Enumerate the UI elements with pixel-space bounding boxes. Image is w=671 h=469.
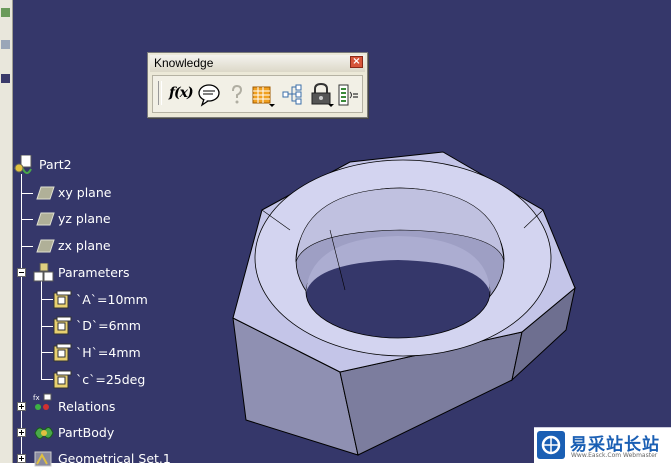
check-button[interactable] [227, 82, 251, 108]
toolbar-grip[interactable] [158, 81, 162, 105]
plane-icon [36, 186, 55, 200]
tree-node-label: `H`=4mm [76, 345, 141, 360]
tree-node-label: Geometrical Set.1 [58, 451, 171, 466]
tree-connector [21, 193, 33, 194]
tree-node-parameter[interactable]: `D`=6mm [52, 316, 172, 336]
expand-partbody-toggle[interactable] [17, 428, 26, 437]
toolbar-title[interactable]: Knowledge [150, 55, 365, 72]
tree-connector [21, 219, 33, 220]
close-icon[interactable]: × [350, 56, 363, 68]
help-icon [232, 84, 243, 104]
tree-node-label: PartBody [58, 425, 115, 440]
watermark-logo: 易采站长站 Www.Easck.Com Webmaster [534, 427, 671, 463]
equivalent-dimensions-button[interactable] [337, 82, 361, 108]
comment-button[interactable] [197, 82, 221, 108]
tree-node-label: zx plane [58, 238, 111, 253]
part-icon [14, 155, 32, 174]
comment-icon [198, 84, 220, 107]
tree-node-xy-plane[interactable]: xy plane [33, 183, 143, 203]
tree-node-parameters[interactable]: Parameters [32, 263, 152, 283]
expand-relations-toggle[interactable] [17, 402, 26, 411]
formula-button[interactable]: f(x) [169, 82, 194, 108]
tree-node-geometrical-set[interactable]: Geometrical Set.1 [32, 449, 172, 469]
relations-icon: fx [33, 393, 52, 410]
tree-node-label: Part2 [39, 157, 72, 172]
tree-node-label: yz plane [58, 211, 111, 226]
tree-node-yz-plane[interactable]: yz plane [33, 209, 143, 229]
toolbar-buttons: f(x) [152, 75, 363, 113]
knowledge-toolbar[interactable]: Knowledge × f(x) [147, 52, 368, 118]
svg-text:fx: fx [33, 394, 40, 402]
tree-connector [21, 246, 33, 247]
tree-connector [21, 174, 22, 463]
plane-icon [36, 212, 55, 226]
parameter-value-icon [53, 370, 72, 389]
tree-node-zx-plane[interactable]: zx plane [33, 236, 143, 256]
expand-geoset-toggle[interactable] [17, 454, 26, 463]
watermark-logo-icon [537, 431, 565, 459]
equivalent-dimensions-icon [338, 84, 358, 106]
partbody-icon [34, 427, 54, 439]
tree-node-relations[interactable]: fx Relations [32, 393, 152, 417]
geometrical-set-icon [34, 451, 52, 467]
tree-node-label: Parameters [58, 265, 130, 280]
lock-button[interactable] [309, 82, 334, 108]
watermark-subtitle: Www.Easck.Com Webmaster [571, 452, 658, 459]
parameters-icon [33, 263, 54, 282]
tree-node-label: `D`=6mm [76, 318, 141, 333]
tree-node-part2[interactable]: Part2 [12, 155, 132, 175]
tree-node-label: Relations [58, 399, 116, 414]
parameter-value-icon [53, 290, 72, 309]
tree-node-label: `A`=10mm [76, 292, 148, 307]
3d-viewport[interactable]: Part2 xy plane yz plane zx plane Paramet… [0, 0, 671, 467]
tree-node-label: xy plane [58, 185, 112, 200]
tree-node-label: `c`=25deg [76, 372, 146, 387]
formula-icon: f(x) [169, 85, 194, 101]
knowledge-inspector-button[interactable] [281, 82, 305, 108]
plane-icon [36, 239, 55, 253]
knowledge-inspector-icon [282, 84, 302, 105]
tree-node-parameter[interactable]: `c`=25deg [52, 370, 172, 390]
parameter-value-icon [53, 343, 72, 362]
design-table-icon [252, 86, 275, 107]
tree-connector [41, 280, 42, 380]
parameter-value-icon [53, 316, 72, 335]
design-table-button[interactable] [251, 82, 275, 108]
tree-node-parameter[interactable]: `A`=10mm [52, 290, 172, 310]
lock-icon [311, 82, 334, 107]
tree-node-partbody[interactable]: PartBody [32, 423, 152, 443]
collapse-parameters-toggle[interactable] [17, 268, 26, 277]
tree-node-parameter[interactable]: `H`=4mm [52, 343, 172, 363]
